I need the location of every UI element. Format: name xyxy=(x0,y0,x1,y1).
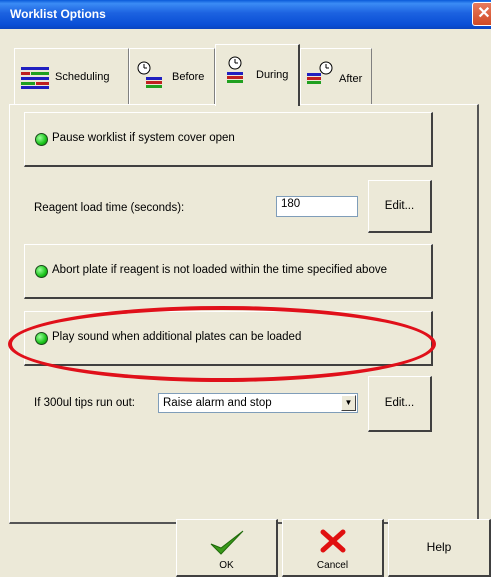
pause-worklist-toggle[interactable]: Pause worklist if system cover open xyxy=(24,112,433,167)
led-on-icon xyxy=(35,332,48,345)
ok-button[interactable]: OK xyxy=(176,519,278,577)
cancel-label: Cancel xyxy=(316,560,349,571)
tab-scheduling-label: Scheduling xyxy=(55,71,110,83)
tips-run-out-label: If 300ul tips run out: xyxy=(34,397,136,409)
led-on-icon xyxy=(35,133,48,146)
abort-plate-toggle[interactable]: Abort plate if reagent is not loaded wit… xyxy=(24,244,433,299)
abort-plate-label: Abort plate if reagent is not loaded wit… xyxy=(52,264,387,276)
chevron-down-icon[interactable]: ▼ xyxy=(341,395,356,411)
tab-before-label: Before xyxy=(172,71,205,83)
title-bar: Worklist Options ✕ xyxy=(0,0,491,29)
close-button[interactable]: ✕ xyxy=(472,2,491,26)
reagent-edit-button[interactable]: Edit... xyxy=(368,180,432,233)
tips-action-value: Raise alarm and stop xyxy=(163,397,272,409)
tab-during[interactable]: During xyxy=(215,44,300,106)
tab-after[interactable]: After xyxy=(300,48,372,104)
tab-during-label: During xyxy=(256,69,289,81)
cancel-button[interactable]: Cancel xyxy=(282,519,384,577)
clock-after-icon xyxy=(307,61,333,84)
pause-worklist-label: Pause worklist if system cover open xyxy=(52,132,235,144)
help-button[interactable]: Help xyxy=(388,519,491,577)
help-label: Help xyxy=(426,540,452,554)
play-sound-toggle[interactable]: Play sound when additional plates can be… xyxy=(24,311,433,366)
scheduling-icon xyxy=(21,67,49,89)
led-on-icon xyxy=(35,265,48,278)
clock-during-icon xyxy=(227,56,243,83)
tips-edit-button[interactable]: Edit... xyxy=(368,376,432,432)
reagent-load-time-label: Reagent load time (seconds): xyxy=(34,202,185,214)
tab-after-label: After xyxy=(339,73,363,85)
tips-action-select[interactable]: Raise alarm and stop ▼ xyxy=(158,393,358,413)
close-icon: ✕ xyxy=(477,5,491,22)
cancel-x-icon xyxy=(320,529,346,553)
play-sound-label: Play sound when additional plates can be… xyxy=(52,331,302,343)
tab-scheduling[interactable]: Scheduling xyxy=(14,48,129,104)
checkmark-icon xyxy=(210,530,244,555)
tab-before[interactable]: Before xyxy=(129,48,215,104)
reagent-load-time-input[interactable]: 180 xyxy=(276,196,358,217)
clock-before-icon xyxy=(137,61,162,88)
window-title: Worklist Options xyxy=(10,7,106,21)
worklist-options-dialog: Worklist Options ✕ Scheduling Before Dur… xyxy=(0,0,491,577)
ok-label: OK xyxy=(219,560,234,571)
